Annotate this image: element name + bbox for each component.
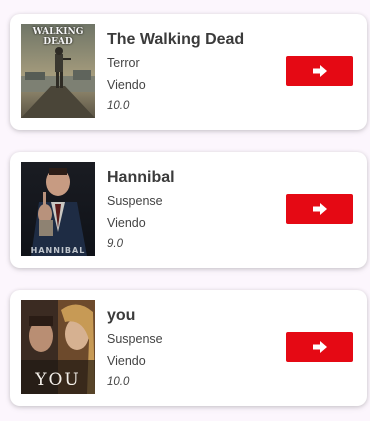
series-genre: Suspense	[107, 332, 163, 346]
series-rating: 9.0	[107, 238, 123, 250]
series-card[interactable]: WALKING DEAD The Walking Dead Terror Vie…	[10, 14, 367, 130]
hannibal-poster-image: HANNIBAL	[21, 162, 95, 256]
series-card[interactable]: HANNIBAL Hannibal Suspense Viendo 9.0	[10, 152, 367, 268]
open-series-button[interactable]	[286, 332, 353, 362]
poster-title-text: WALKING DEAD	[32, 27, 84, 47]
series-title: Hannibal	[107, 169, 175, 186]
you-poster-image: YOU	[21, 300, 95, 394]
arrow-right-icon	[312, 203, 327, 215]
walking-dead-poster-image: WALKING DEAD	[21, 24, 95, 118]
series-genre: Terror	[107, 56, 140, 70]
series-status: Viendo	[107, 354, 146, 368]
series-card[interactable]: YOU you Suspense Viendo 10.0	[10, 290, 367, 406]
series-title: you	[107, 307, 136, 324]
poster-title-text: YOU	[35, 370, 81, 390]
open-series-button[interactable]	[286, 194, 353, 224]
series-status: Viendo	[107, 78, 146, 92]
arrow-right-icon	[312, 341, 327, 353]
series-list: WALKING DEAD The Walking Dead Terror Vie…	[0, 0, 370, 421]
series-genre: Suspense	[107, 194, 163, 208]
series-title: The Walking Dead	[107, 31, 245, 48]
series-status: Viendo	[107, 216, 146, 230]
arrow-right-icon	[312, 65, 327, 77]
open-series-button[interactable]	[286, 56, 353, 86]
series-rating: 10.0	[107, 376, 130, 388]
poster-title-text: HANNIBAL	[30, 246, 86, 255]
series-rating: 10.0	[107, 100, 130, 112]
poster-illustration	[21, 162, 95, 256]
